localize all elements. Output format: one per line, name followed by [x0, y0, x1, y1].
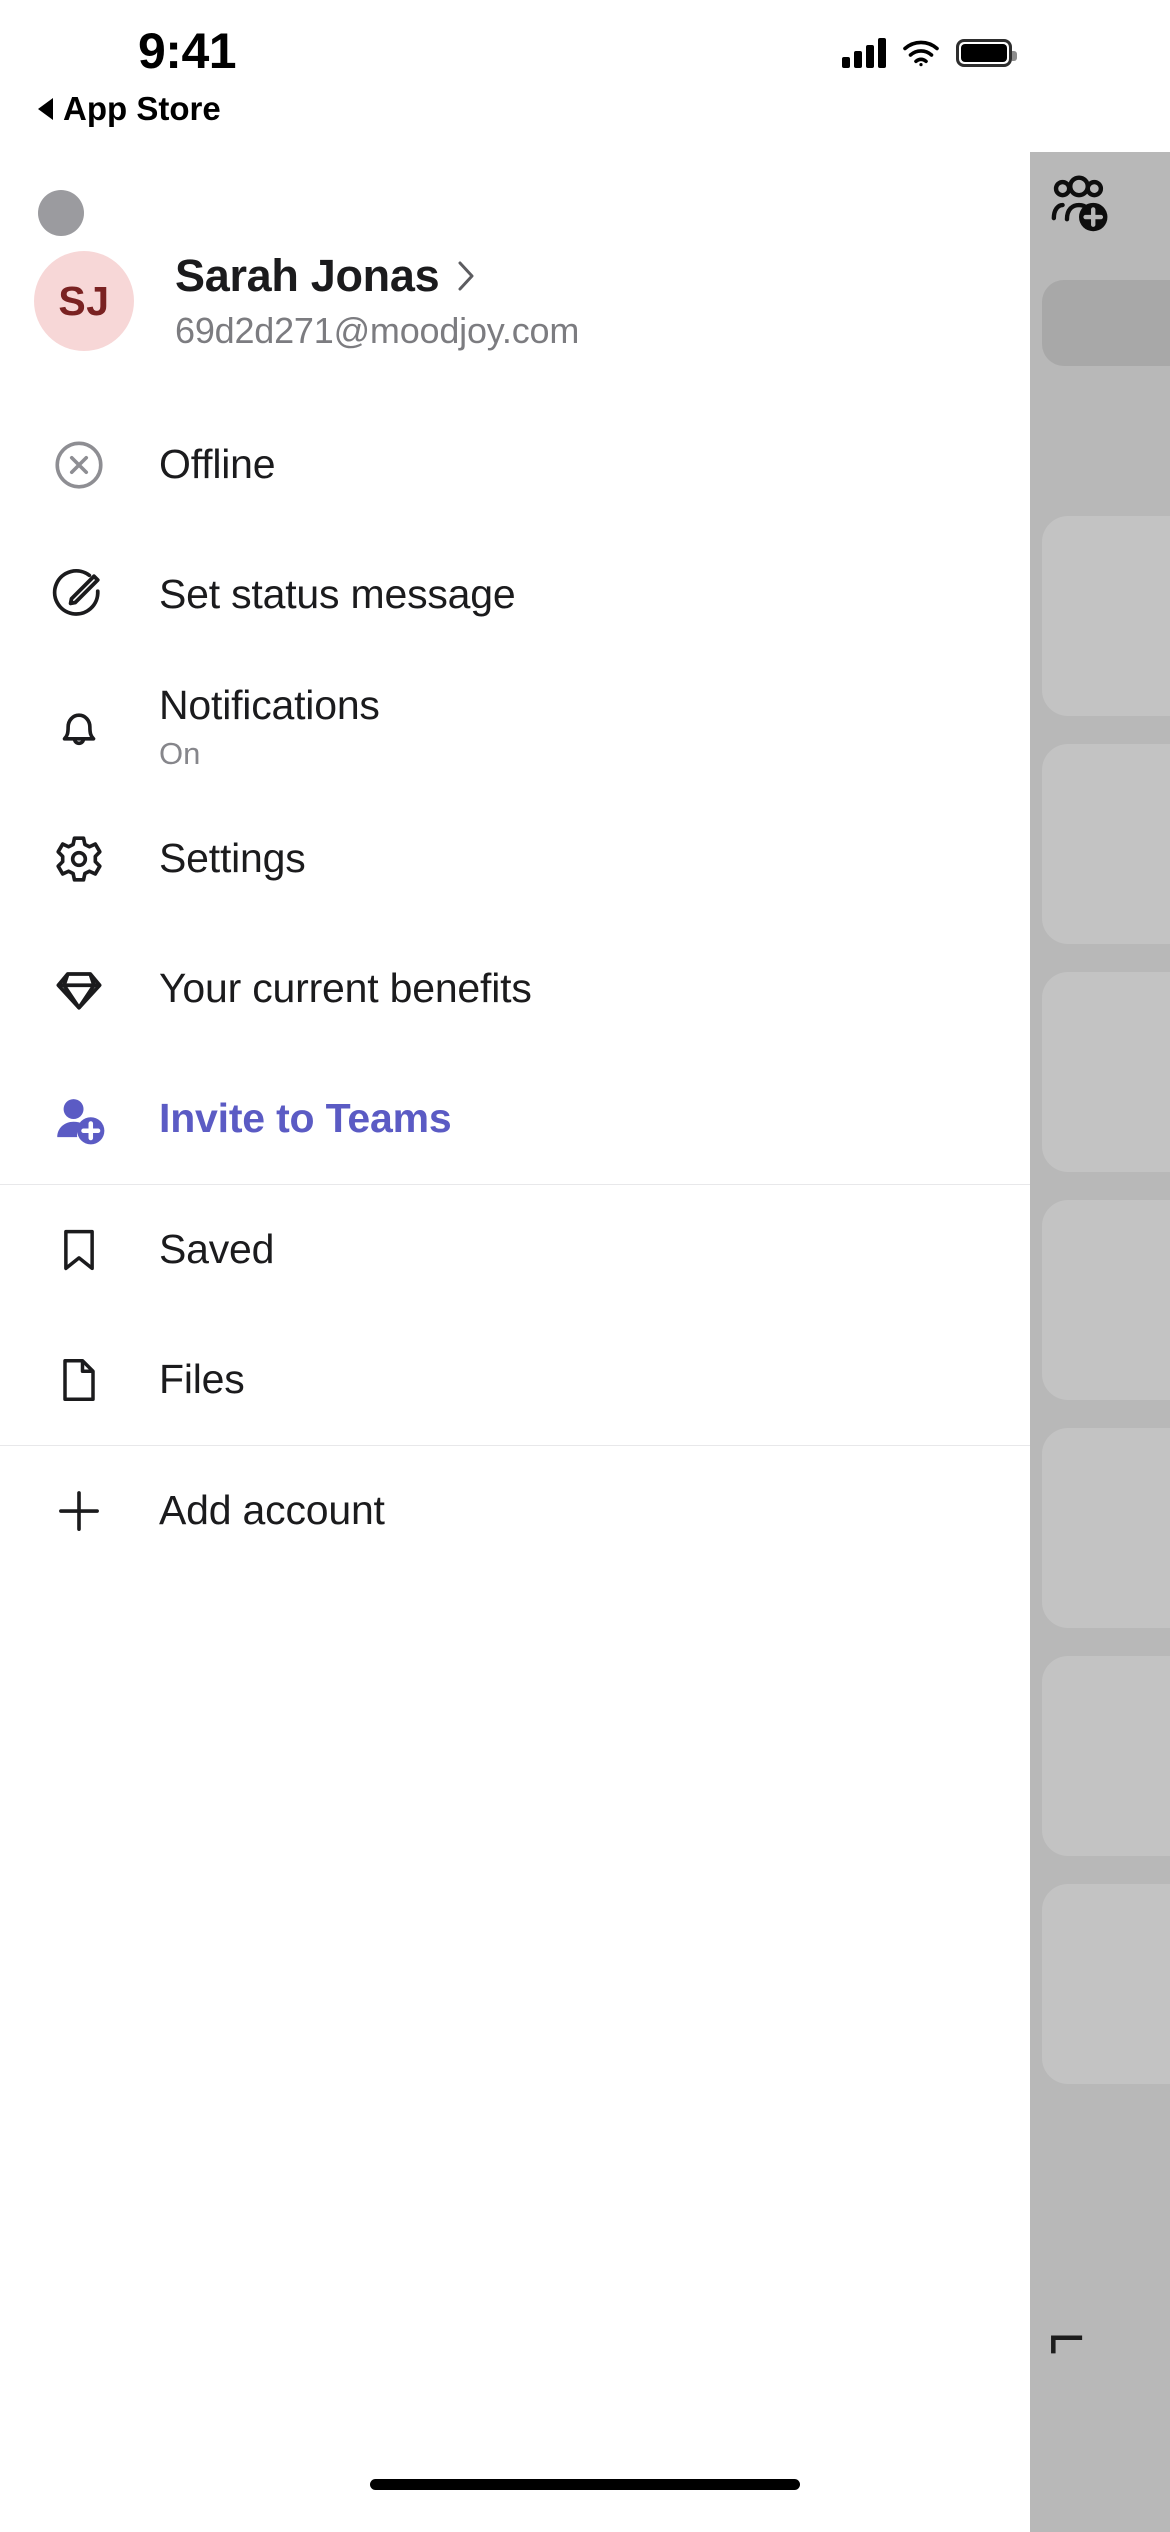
- menu-item-notifications[interactable]: Notifications On: [0, 660, 1030, 794]
- menu-item-label: Files: [159, 1356, 245, 1403]
- gear-icon: [47, 827, 111, 891]
- profile-text: Sarah Jonas 69d2d271@moodjoy.com: [175, 250, 579, 352]
- dimmed-background-app[interactable]: ⌐: [1030, 0, 1170, 2532]
- phone-screen: ⌐ 9:41 App Store SJ Sarah Jonas 69d2d271…: [0, 0, 1170, 2532]
- menu-item-label: Offline: [159, 441, 276, 488]
- battery-icon: [956, 39, 1017, 67]
- menu-item-body: Files: [159, 1356, 245, 1403]
- menu-item-set-status-message[interactable]: Set status message: [0, 530, 1030, 660]
- profile-email: 69d2d271@moodjoy.com: [175, 310, 580, 351]
- background-search-field[interactable]: [1042, 280, 1170, 366]
- background-topbar: [1030, 0, 1170, 152]
- menu-item-label: Add account: [159, 1487, 385, 1534]
- menu-item-label: Notifications: [159, 682, 380, 729]
- menu-item-body: Settings: [159, 835, 306, 882]
- menu-item-sublabel: On: [159, 735, 201, 771]
- menu-item-body: Add account: [159, 1487, 385, 1534]
- menu-item-status[interactable]: Offline: [0, 400, 1030, 530]
- profile-header[interactable]: SJ Sarah Jonas 69d2d271@moodjoy.com: [0, 247, 1030, 355]
- menu-item-body: Your current benefits: [159, 965, 532, 1012]
- edit-pencil-circle-icon: [47, 563, 111, 627]
- home-indicator: [370, 2479, 800, 2490]
- menu-item-body: Notifications On: [159, 682, 380, 771]
- menu-item-body: Set status message: [159, 571, 516, 618]
- menu-item-invite-to-teams[interactable]: Invite to Teams: [0, 1054, 1030, 1184]
- menu-item-label: Saved: [159, 1226, 275, 1273]
- background-card[interactable]: [1042, 1884, 1170, 2084]
- profile-name-row: Sarah Jonas: [175, 250, 579, 302]
- menu-item-label: Invite to Teams: [159, 1095, 452, 1142]
- menu-item-files[interactable]: Files: [0, 1315, 1030, 1445]
- background-compose-glyph[interactable]: ⌐: [1048, 2300, 1108, 2374]
- avatar[interactable]: SJ: [34, 251, 134, 351]
- back-link-label: App Store: [63, 90, 221, 127]
- menu-item-label: Settings: [159, 835, 306, 882]
- presence-dot: [38, 190, 84, 236]
- bell-icon: [47, 695, 111, 759]
- avatar-initials: SJ: [58, 277, 110, 324]
- person-add-icon: [47, 1087, 111, 1151]
- back-triangle-icon: [38, 98, 53, 120]
- status-bar: 9:41: [0, 0, 1030, 100]
- chevron-right-icon: [458, 261, 474, 291]
- menu-item-label: Set status message: [159, 571, 516, 618]
- wifi-icon: [903, 40, 939, 67]
- cellular-signal-icon: [842, 38, 886, 68]
- background-card[interactable]: [1042, 744, 1170, 944]
- menu-item-body: Saved: [159, 1226, 274, 1273]
- menu-item-body: Invite to Teams: [159, 1095, 452, 1142]
- menu-item-benefits[interactable]: Your current benefits: [0, 924, 1030, 1054]
- status-bar-time: 9:41: [138, 23, 237, 79]
- background-card[interactable]: [1042, 1428, 1170, 1628]
- account-side-panel: 9:41 App Store SJ Sarah Jonas 69d2d271@m…: [0, 0, 1030, 2532]
- menu-item-settings[interactable]: Settings: [0, 794, 1030, 924]
- background-card[interactable]: [1042, 516, 1170, 716]
- menu-item-add-account[interactable]: Add account: [0, 1446, 1030, 1576]
- account-menu: Offline Set status message Notifications…: [0, 400, 1030, 1576]
- menu-item-saved[interactable]: Saved: [0, 1185, 1030, 1315]
- file-document-icon: [47, 1348, 111, 1412]
- status-bar-indicators: [842, 38, 1017, 68]
- diamond-icon: [47, 957, 111, 1021]
- bookmark-icon: [47, 1218, 111, 1282]
- add-team-icon[interactable]: [1044, 170, 1114, 240]
- menu-item-label: Your current benefits: [159, 965, 532, 1012]
- background-card[interactable]: [1042, 972, 1170, 1172]
- plus-icon: [47, 1479, 111, 1543]
- background-card[interactable]: [1042, 1200, 1170, 1400]
- page-title: Sarah Jonas: [175, 250, 440, 301]
- status-offline-icon: [47, 433, 111, 497]
- background-card[interactable]: [1042, 1656, 1170, 1856]
- menu-item-body: Offline: [159, 441, 276, 488]
- back-to-app-store-link[interactable]: App Store: [38, 90, 221, 128]
